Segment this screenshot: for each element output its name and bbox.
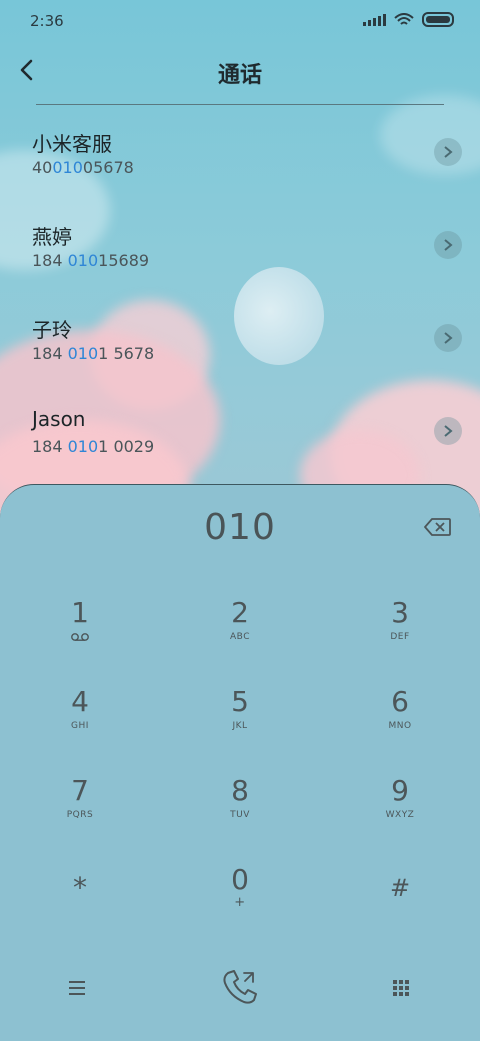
- detail-button[interactable]: [434, 417, 462, 445]
- key-5[interactable]: 5 JKL: [180, 685, 300, 765]
- battery-icon: [422, 12, 454, 27]
- call-button[interactable]: [216, 963, 264, 1011]
- key-star[interactable]: *: [20, 863, 140, 943]
- key-4[interactable]: 4 GHI: [20, 685, 140, 765]
- status-icons: [363, 12, 454, 27]
- key-9[interactable]: 9 WXYZ: [340, 774, 460, 854]
- detail-button[interactable]: [434, 231, 462, 259]
- list-item[interactable]: Jason 184 0101 0029: [0, 397, 480, 490]
- contact-number: 4001005678: [32, 158, 134, 177]
- contact-number: 184 0101 5678: [32, 344, 155, 363]
- key-1[interactable]: 1: [20, 596, 140, 676]
- contact-number: 184 0101 0029: [32, 437, 155, 456]
- chevron-right-icon: [444, 239, 453, 251]
- key-0[interactable]: 0 +: [180, 863, 300, 943]
- wifi-icon: [394, 12, 414, 25]
- contact-name: Jason: [32, 407, 86, 431]
- status-bar: 2:36: [0, 0, 480, 40]
- key-7[interactable]: 7 PQRS: [20, 774, 140, 854]
- key-hash[interactable]: #: [340, 863, 460, 943]
- menu-icon: [69, 981, 85, 995]
- header: 通话: [0, 45, 480, 95]
- signal-icon: [363, 13, 386, 26]
- chevron-right-icon: [444, 332, 453, 344]
- chevron-right-icon: [444, 425, 453, 437]
- dialer-toolbar: [0, 963, 480, 1023]
- contact-list: 小米客服 4001005678 燕婷 184 01015689 子玲 184 0…: [0, 118, 480, 490]
- key-8[interactable]: 8 TUV: [180, 774, 300, 854]
- header-divider: [36, 104, 444, 105]
- keypad-icon: [393, 980, 409, 996]
- key-2[interactable]: 2 ABC: [180, 596, 300, 676]
- contact-name: 小米客服: [32, 132, 112, 156]
- voicemail-icon: [71, 633, 89, 641]
- dial-input[interactable]: 010: [0, 507, 480, 548]
- dialer-panel: 010 1 2 ABC 3 DEF 4 GHI 5 JKL 6 MNO 7 PQ…: [0, 484, 480, 1041]
- list-item[interactable]: 子玲 184 0101 5678: [0, 304, 480, 397]
- contact-name: 燕婷: [32, 225, 72, 249]
- keypad-toggle-button[interactable]: [386, 973, 416, 1003]
- menu-button[interactable]: [62, 973, 92, 1003]
- phone-icon: [223, 970, 257, 1004]
- backspace-icon[interactable]: [424, 517, 452, 537]
- status-time: 2:36: [30, 12, 64, 30]
- list-item[interactable]: 燕婷 184 01015689: [0, 211, 480, 304]
- contact-number: 184 01015689: [32, 251, 150, 270]
- contact-name: 子玲: [32, 318, 72, 342]
- key-3[interactable]: 3 DEF: [340, 596, 460, 676]
- list-item[interactable]: 小米客服 4001005678: [0, 118, 480, 211]
- chevron-right-icon: [444, 146, 453, 158]
- detail-button[interactable]: [434, 324, 462, 352]
- page-title: 通话: [217, 63, 262, 88]
- detail-button[interactable]: [434, 138, 462, 166]
- key-6[interactable]: 6 MNO: [340, 685, 460, 765]
